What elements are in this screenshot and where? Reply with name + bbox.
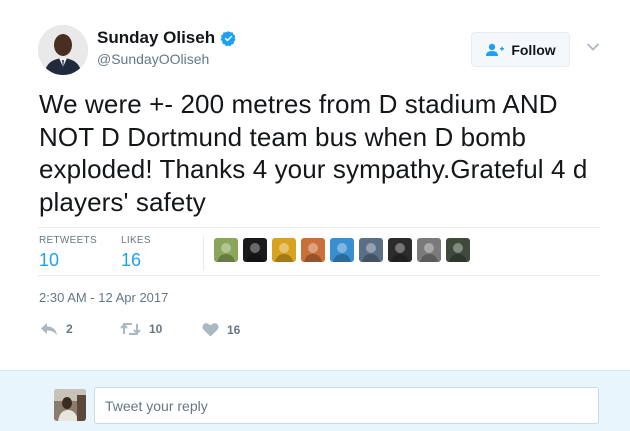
liker-avatar-4[interactable] <box>301 238 325 262</box>
liker-avatar-6[interactable] <box>359 238 383 262</box>
reply-input[interactable] <box>94 387 599 424</box>
tweet-timestamp[interactable]: 2:30 AM - 12 Apr 2017 <box>39 290 168 305</box>
heart-icon <box>202 323 219 337</box>
reply-icon <box>41 323 57 335</box>
tweet-card: Sunday Oliseh @SundayOOliseh Follow We w… <box>0 0 630 370</box>
chevron-down-icon[interactable] <box>586 42 600 52</box>
author-name-line: Sunday Oliseh <box>97 28 237 48</box>
likes-count: 16 <box>121 250 142 270</box>
author-handle[interactable]: @SundayOOliseh <box>97 51 209 67</box>
liker-avatar-1[interactable] <box>214 238 238 262</box>
retweet-action[interactable]: 10 <box>120 322 162 336</box>
likes-stat[interactable]: LIKES 16 <box>121 235 151 271</box>
follow-user-icon <box>486 43 505 56</box>
reply-count: 2 <box>66 322 73 336</box>
tweet-text: We were +- 200 metres from D stadium AND… <box>39 89 588 217</box>
liker-avatar-3[interactable] <box>272 238 296 262</box>
liker-avatar-9[interactable] <box>446 238 470 262</box>
follow-button-label: Follow <box>511 41 556 58</box>
reply-action[interactable]: 2 <box>40 322 73 336</box>
liker-avatar-8[interactable] <box>417 238 441 262</box>
retweets-stat[interactable]: RETWEETS 10 <box>39 235 97 271</box>
liker-avatar-7[interactable] <box>388 238 412 262</box>
current-user-avatar-image <box>54 389 86 421</box>
liker-avatar-5[interactable] <box>330 238 354 262</box>
author-avatar[interactable] <box>38 25 88 75</box>
liker-avatar-2[interactable] <box>243 238 267 262</box>
retweets-label: RETWEETS <box>39 235 97 246</box>
stats-top-divider <box>38 227 600 228</box>
verified-badge-icon <box>220 30 237 47</box>
likes-label: LIKES <box>121 235 151 246</box>
retweets-count: 10 <box>39 250 60 270</box>
stats-separator <box>203 236 204 270</box>
like-count: 16 <box>227 322 241 337</box>
stats-bottom-divider <box>38 275 600 276</box>
like-action[interactable]: 16 <box>202 322 240 337</box>
retweet-count: 10 <box>149 322 163 336</box>
current-user-avatar <box>54 389 86 421</box>
follow-button[interactable]: Follow <box>471 32 570 67</box>
likers-avatar-list <box>214 238 475 262</box>
author-display-name[interactable]: Sunday Oliseh <box>97 28 215 48</box>
retweet-icon <box>120 322 141 336</box>
author-avatar-image <box>38 25 88 75</box>
reply-section <box>0 370 630 431</box>
